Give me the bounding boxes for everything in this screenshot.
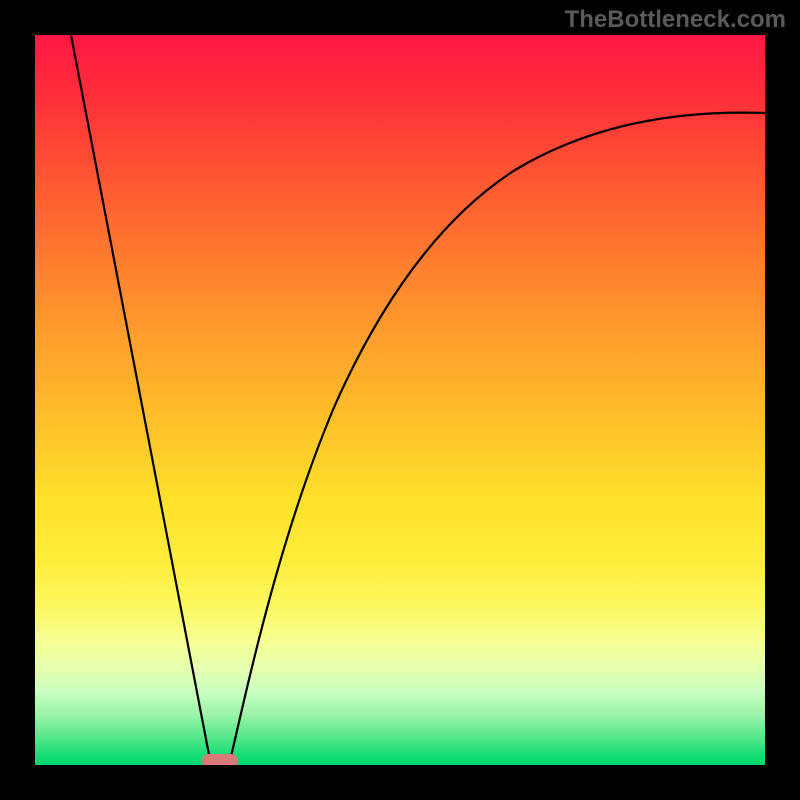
curve-right-branch xyxy=(230,113,765,761)
plot-area xyxy=(35,35,765,765)
watermark-text: TheBottleneck.com xyxy=(565,6,786,34)
curve-left-branch xyxy=(71,35,210,760)
curve-svg xyxy=(35,35,765,765)
bottleneck-marker xyxy=(202,754,238,765)
